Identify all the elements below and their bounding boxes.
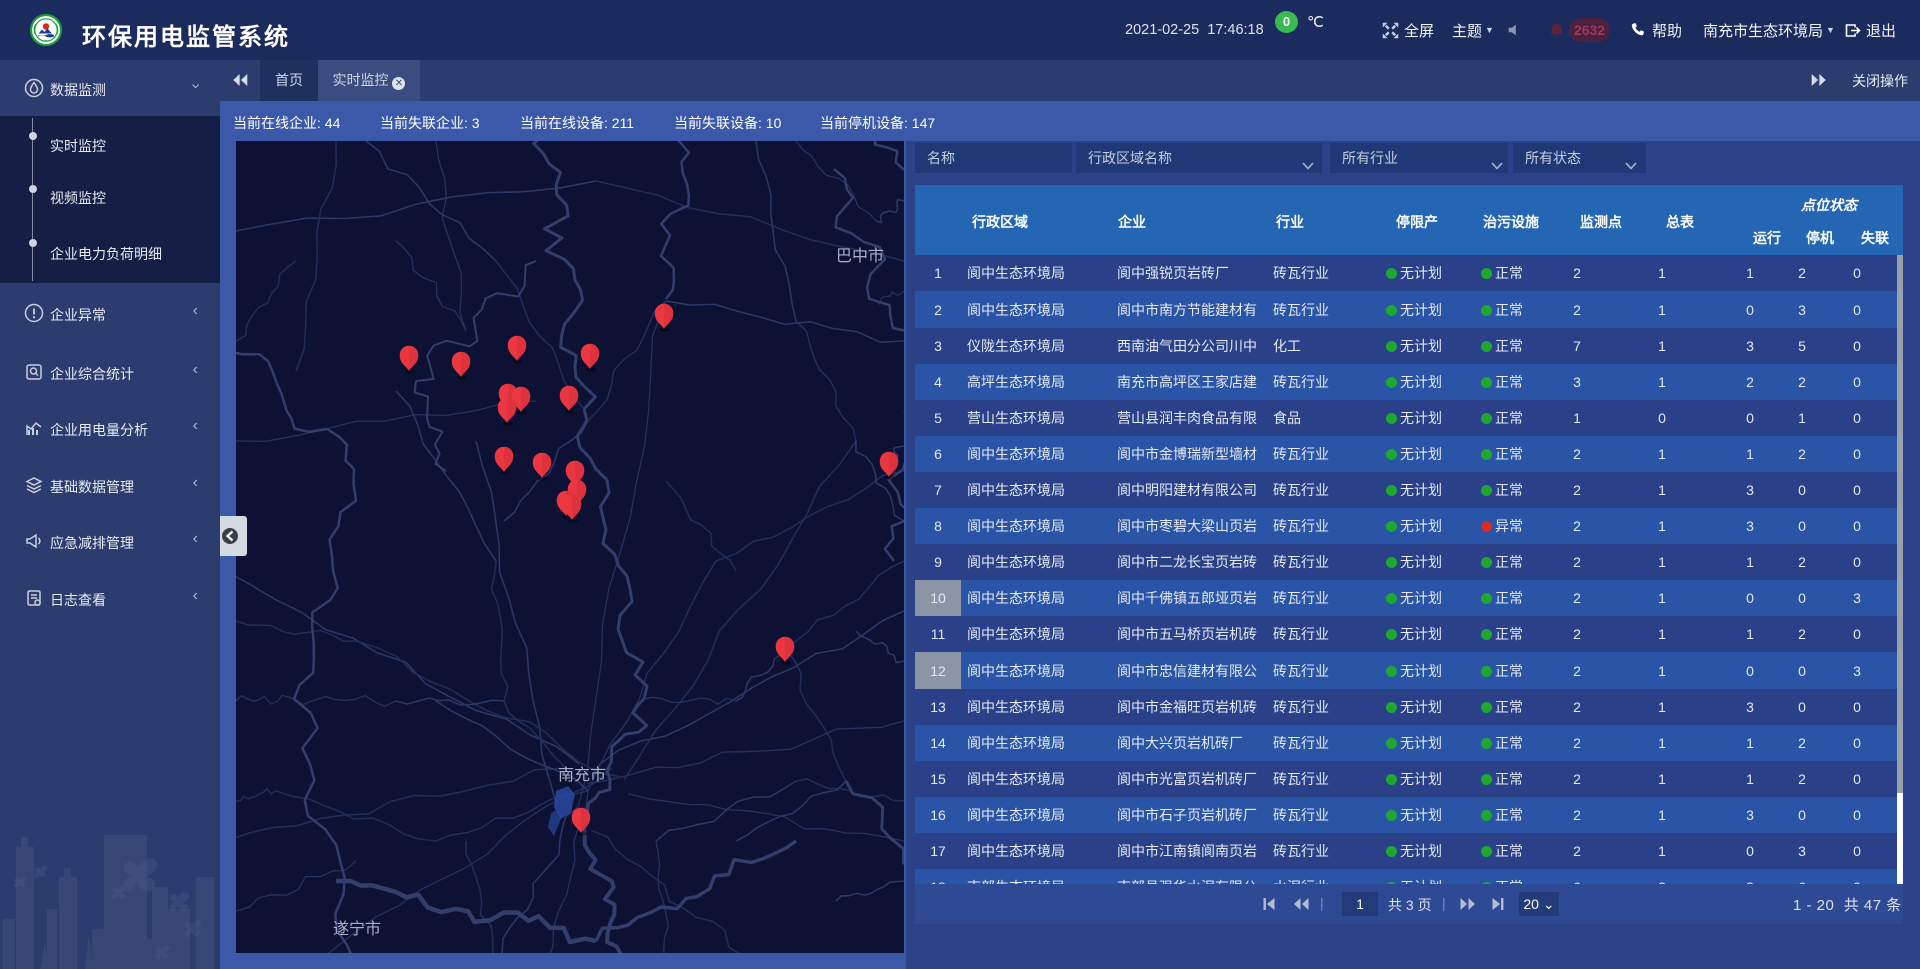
svg-text:巴中市: 巴中市 xyxy=(836,247,884,265)
svg-text:南充市: 南充市 xyxy=(558,766,606,784)
svg-text:遂宁市: 遂宁市 xyxy=(333,920,381,938)
